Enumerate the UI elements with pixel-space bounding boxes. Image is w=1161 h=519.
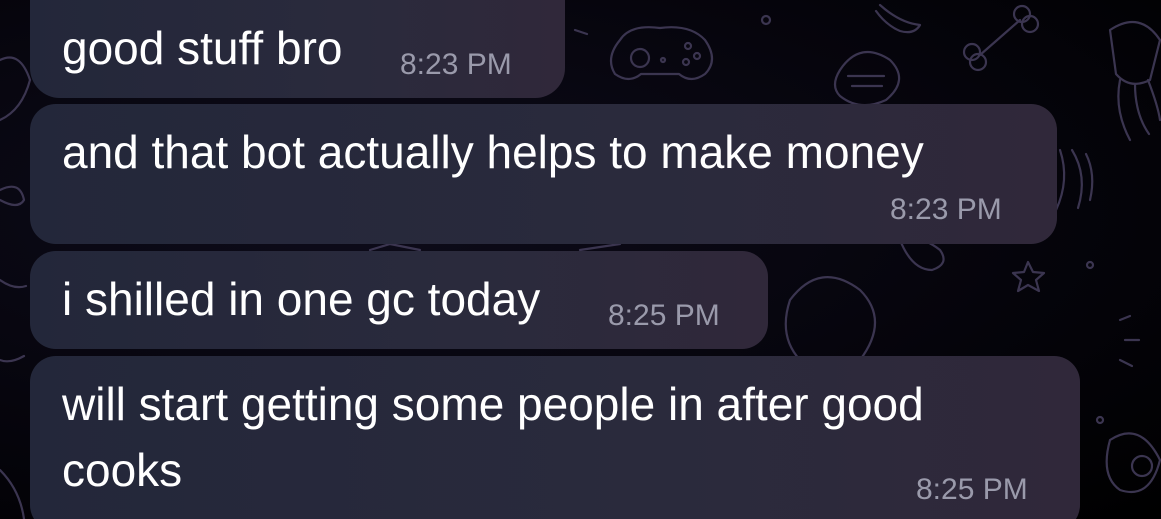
chat-view: good stuff bro 8:23 PM and that bot actu… (0, 0, 1161, 519)
message-text-line-2: cooks (62, 444, 183, 496)
message-bubble[interactable]: and that bot actually helps to make mone… (30, 104, 1057, 244)
message-timestamp: 8:23 PM (890, 193, 1002, 226)
message-text: i shilled in one gc today (62, 273, 541, 325)
bone-icon (962, 4, 1040, 72)
message-text: and that bot actually helps to make mone… (62, 126, 924, 178)
message-text: good stuff bro (62, 22, 343, 74)
message-text-line-1: will start getting some people in after … (62, 378, 924, 430)
jellyfish-icon (1054, 20, 1161, 212)
message-bubble[interactable]: will start getting some people in after … (30, 356, 1080, 519)
shell-icon (833, 50, 901, 107)
message-timestamp: 8:25 PM (608, 299, 720, 332)
message-timestamp: 8:23 PM (400, 48, 512, 81)
star-icon (1011, 260, 1046, 293)
message-bubble[interactable]: good stuff bro 8:23 PM (30, 0, 565, 98)
message-bubble[interactable]: i shilled in one gc today 8:25 PM (30, 251, 768, 349)
game-controller-icon (609, 26, 714, 81)
message-timestamp: 8:25 PM (916, 473, 1028, 506)
